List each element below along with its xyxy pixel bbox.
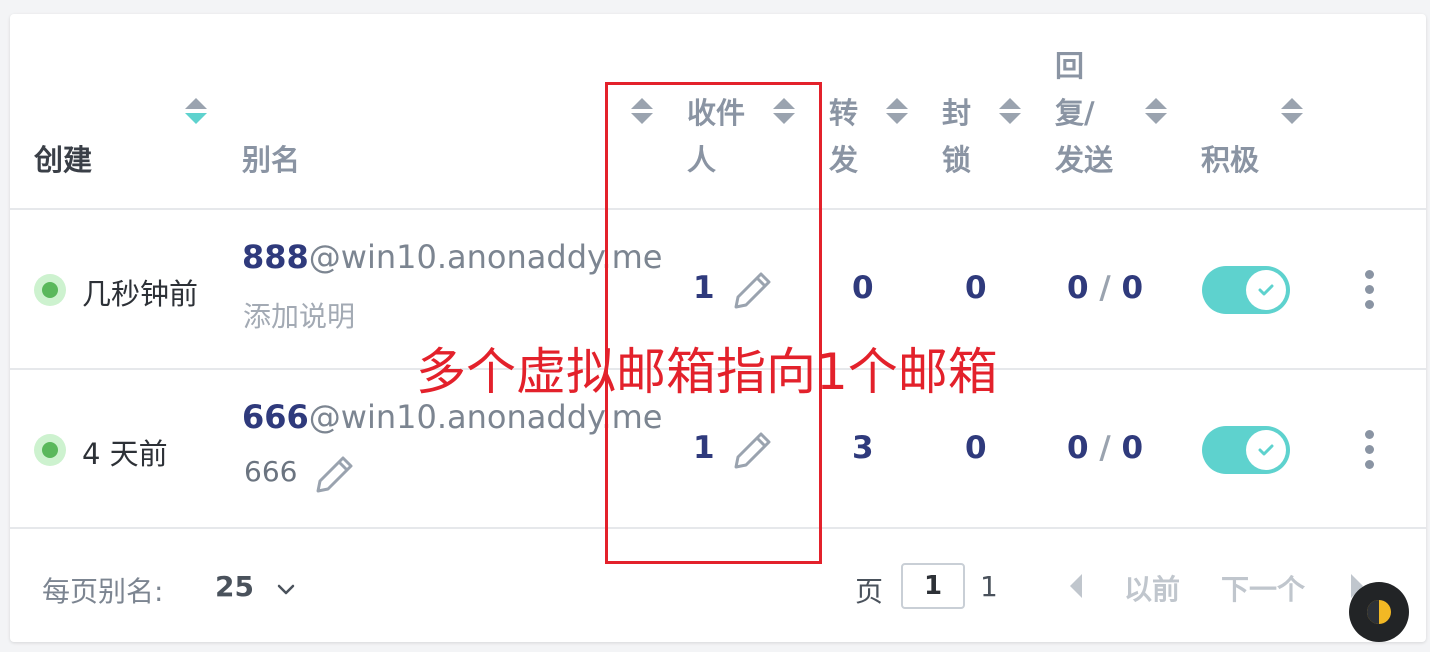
sort-icon[interactable] [886, 98, 908, 126]
annotation-text: 多个虚拟邮箱指向1个邮箱 [416, 343, 998, 401]
forwarded-count: 3 [852, 430, 874, 466]
header-replies-line2: 复/ [1055, 96, 1095, 130]
created-time: 4 天前 [82, 437, 168, 471]
sent-count: 0 [1121, 270, 1144, 306]
header-active[interactable]: 积极 [1201, 137, 1259, 184]
forwarded-count: 0 [852, 270, 874, 306]
status-dot [34, 274, 66, 306]
add-description-link[interactable]: 添加说明 [243, 295, 355, 335]
created-time: 几秒钟前 [82, 277, 199, 311]
per-page-value: 25 [215, 570, 254, 603]
header-replies-line1: 回 [1055, 49, 1085, 83]
alias-local: 666 [242, 398, 309, 436]
blocked-count: 0 [965, 270, 987, 306]
annotation-box [605, 82, 822, 564]
pencil-icon[interactable] [315, 454, 355, 494]
sort-icon[interactable] [1281, 98, 1303, 126]
current-page-input[interactable]: 1 [901, 563, 965, 609]
header-forwarded[interactable]: 转 发 [829, 90, 858, 184]
replies-count: 0 [1067, 430, 1089, 466]
reply-separator: / [1099, 270, 1111, 306]
header-blocked[interactable]: 封 锁 [942, 90, 971, 184]
blocked-count: 0 [965, 430, 987, 466]
sent-count: 0 [1121, 430, 1144, 466]
per-page-select[interactable]: 25 [215, 570, 254, 603]
sort-icon[interactable] [999, 98, 1021, 126]
chevron-left-icon[interactable] [1068, 572, 1086, 600]
replies-sent: 0 / 0 [1067, 270, 1143, 306]
total-pages: 1 [980, 570, 998, 603]
replies-count: 0 [1067, 270, 1089, 306]
check-icon [1258, 284, 1274, 296]
header-blocked-line2: 锁 [942, 143, 972, 177]
kebab-icon[interactable] [1365, 270, 1375, 310]
next-button[interactable]: 下一个 [1221, 568, 1305, 608]
active-toggle[interactable] [1202, 426, 1290, 474]
alias-email[interactable]: 888@win10.anonaddy.me [242, 238, 662, 276]
header-forwarded-line1: 转 [829, 96, 859, 130]
theme-icon [1367, 600, 1391, 624]
page-label: 页 [855, 575, 884, 608]
status-dot [34, 434, 66, 466]
prev-button[interactable]: 以前 [1124, 568, 1180, 608]
active-toggle[interactable] [1202, 266, 1290, 314]
reply-separator: / [1099, 430, 1111, 466]
sort-icon[interactable] [185, 98, 207, 126]
replies-sent: 0 / 0 [1067, 430, 1143, 466]
header-forwarded-line2: 发 [829, 143, 859, 177]
kebab-icon[interactable] [1365, 430, 1375, 470]
check-icon [1258, 444, 1274, 456]
header-replies[interactable]: 回 复/ 发送 [1055, 43, 1113, 184]
theme-toggle-button[interactable] [1349, 582, 1409, 642]
alias-local: 888 [242, 238, 309, 276]
chevron-down-icon[interactable] [275, 578, 297, 600]
header-blocked-line1: 封 [942, 96, 972, 130]
header-alias[interactable]: 别名 [242, 137, 300, 184]
alias-description: 666 [244, 455, 298, 488]
header-replies-line3: 发送 [1055, 143, 1114, 177]
per-page-label: 每页别名: [42, 575, 164, 608]
header-created[interactable]: 创建 [34, 137, 92, 184]
sort-icon[interactable] [1145, 98, 1167, 126]
